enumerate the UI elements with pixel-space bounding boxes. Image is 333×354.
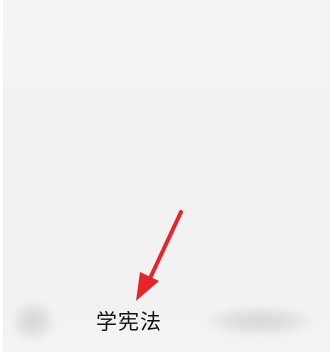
blurred-app-icon[interactable] <box>12 302 54 340</box>
screen: 学宪法 <box>0 0 333 354</box>
panel-shade <box>3 0 330 352</box>
study-constitution-label[interactable]: 学宪法 <box>96 306 166 338</box>
blurred-action-button[interactable] <box>210 307 310 335</box>
